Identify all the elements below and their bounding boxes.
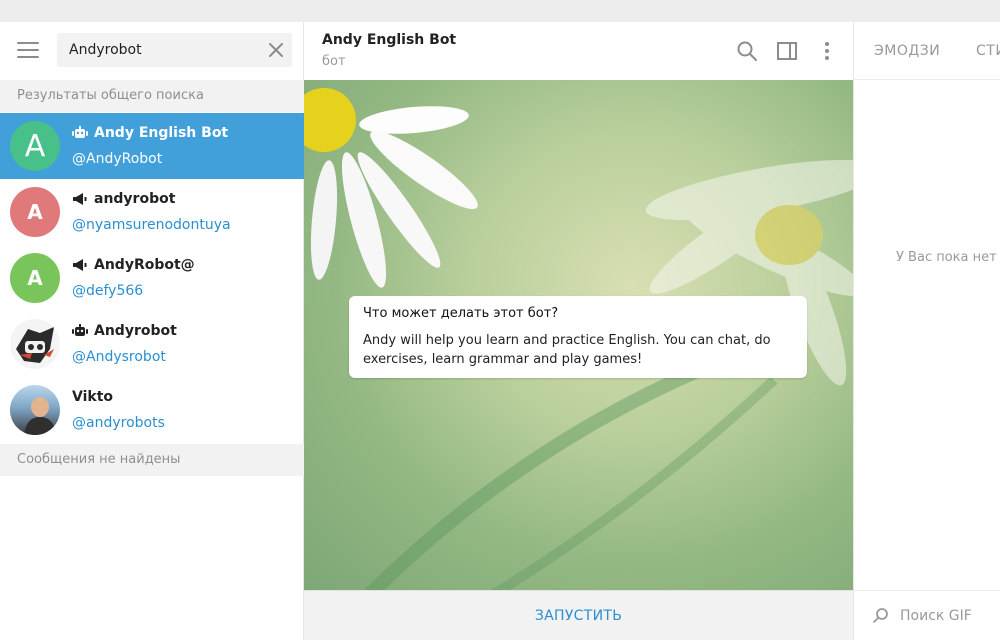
more-menu-icon[interactable] xyxy=(816,40,838,62)
search-result-andyrobot[interactable]: A andyrobot @nyamsurenodontuya xyxy=(0,179,304,245)
bot-icon xyxy=(72,126,88,138)
result-username: @defy566 xyxy=(72,283,144,299)
search-result-andyrobot-bot[interactable]: Andyrobot @Andysrobot xyxy=(0,311,304,377)
start-bar: ЗАПУСТИТЬ xyxy=(304,590,853,640)
avatar-letter: A xyxy=(24,128,46,164)
result-title-text: andyrobot xyxy=(94,191,176,207)
result-title: Andyrobot xyxy=(72,323,177,339)
gif-search-input[interactable] xyxy=(898,604,1000,628)
tab-stickers[interactable]: СТИ xyxy=(976,43,1000,59)
result-title-text: Vikto xyxy=(72,389,114,405)
search-icon xyxy=(872,607,890,625)
channel-icon xyxy=(73,193,87,205)
avatar: A xyxy=(10,253,60,303)
result-title: andyrobot xyxy=(72,191,175,207)
channel-icon xyxy=(73,259,87,271)
result-title-text: Andyrobot xyxy=(94,323,177,339)
result-title: Andy English Bot xyxy=(72,125,228,141)
avatar: A xyxy=(10,187,60,237)
avatar-letter: A xyxy=(27,200,43,224)
telegram-window: Результаты общего поиска A Andy English … xyxy=(0,22,1000,640)
result-title-text: AndyRobot@ xyxy=(94,257,195,273)
emoji-panel-tabs: ЭМОДЗИ СТИ xyxy=(854,22,1000,80)
empty-state-text: У Вас пока нет с xyxy=(896,250,1000,265)
avatar: A xyxy=(10,121,60,171)
search-result-andy-english-bot[interactable]: A Andy English Bot @AndyRobot xyxy=(0,113,304,179)
avatar-letter: A xyxy=(27,266,43,290)
section-no-messages: Сообщения не найдены xyxy=(0,444,304,476)
clear-search-icon[interactable] xyxy=(266,40,286,60)
bot-info-card: Что может делать этот бот? Andy will hel… xyxy=(349,296,807,378)
result-username: @Andysrobot xyxy=(72,349,166,365)
search-icon[interactable] xyxy=(736,40,758,62)
gif-search-bar xyxy=(854,590,1000,640)
result-title: Vikto xyxy=(72,389,113,405)
start-button[interactable]: ЗАПУСТИТЬ xyxy=(304,591,853,640)
bot-info-description: Andy will help you learn and practice En… xyxy=(363,333,771,367)
search-bar xyxy=(0,22,304,80)
search-input[interactable] xyxy=(57,33,292,67)
section-global-results: Результаты общего поиска xyxy=(0,80,304,112)
result-title: AndyRobot@ xyxy=(72,257,195,273)
result-username: @AndyRobot xyxy=(72,151,163,167)
menu-icon[interactable] xyxy=(17,42,39,60)
avatar xyxy=(10,319,60,369)
chat-title: Andy English Bot xyxy=(322,32,457,48)
chat-background: Что может делать этот бот? Andy will hel… xyxy=(304,80,853,590)
photo-avatar-icon xyxy=(24,397,56,435)
search-result-vikto[interactable]: Vikto @andyrobots xyxy=(0,377,304,443)
result-username: @nyamsurenodontuya xyxy=(72,217,231,233)
tab-emoji[interactable]: ЭМОДЗИ xyxy=(874,43,940,59)
chat-column: Andy English Bot бот Что может делать эт… xyxy=(304,22,853,640)
robot-face-avatar-icon xyxy=(16,327,54,363)
dialogs-column: Результаты общего поиска A Andy English … xyxy=(0,22,304,640)
chat-status: бот xyxy=(322,54,346,69)
chat-header[interactable]: Andy English Bot бот xyxy=(304,22,853,80)
result-title-text: Andy English Bot xyxy=(94,125,229,141)
sidebar-toggle-icon[interactable] xyxy=(776,40,798,62)
bot-icon xyxy=(72,324,88,336)
result-username: @andyrobots xyxy=(72,415,165,431)
avatar xyxy=(10,385,60,435)
bot-info-title: Что может делать этот бот? xyxy=(363,306,559,321)
emoji-panel: ЭМОДЗИ СТИ У Вас пока нет с xyxy=(853,22,1000,640)
search-result-andyrobot-at[interactable]: A AndyRobot@ @defy566 xyxy=(0,245,304,311)
